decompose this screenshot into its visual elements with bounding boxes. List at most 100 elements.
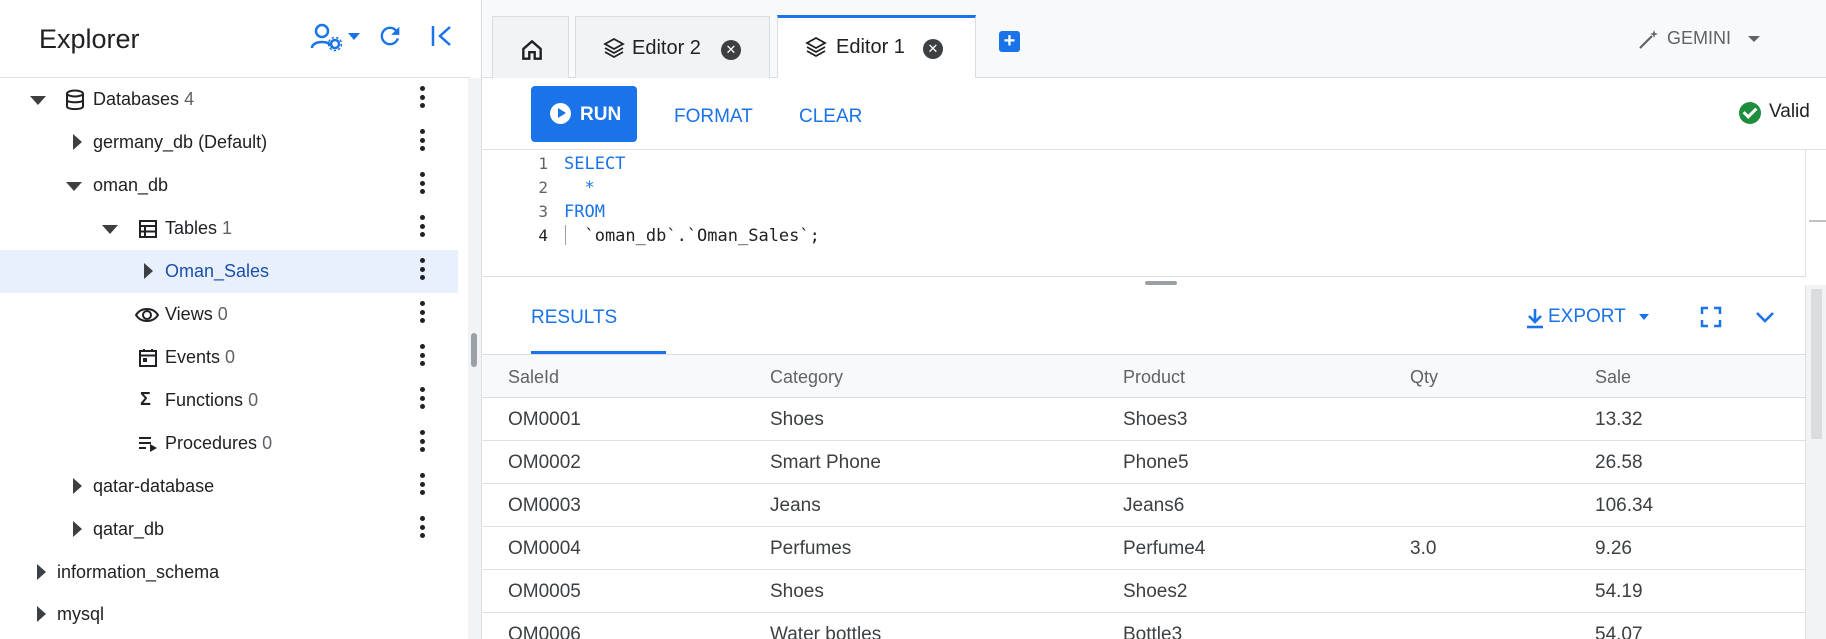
more-vert-icon[interactable] [417, 344, 427, 370]
code-line[interactable]: * [564, 178, 594, 198]
format-button[interactable]: FORMAT [674, 106, 753, 128]
chevron-down-icon[interactable] [66, 182, 82, 191]
table-icon [137, 218, 159, 240]
column-header[interactable]: Product [1123, 367, 1185, 388]
close-icon[interactable]: ✕ [721, 40, 741, 60]
tab-editor-2[interactable]: Editor 2 ✕ [575, 16, 770, 78]
table-row[interactable]: OM0001 Shoes Shoes3 13.32 [483, 398, 1805, 441]
more-vert-icon[interactable] [417, 129, 427, 155]
table-cell: 3.0 [1410, 538, 1437, 559]
more-vert-icon[interactable] [417, 516, 427, 542]
code-line[interactable]: `oman_db`.`Oman_Sales`; [564, 226, 819, 246]
table-cell: Bottle3 [1123, 624, 1183, 639]
column-header[interactable]: Category [770, 367, 843, 388]
more-vert-icon[interactable] [417, 473, 427, 499]
tree-item-label: germany_db (Default) [93, 132, 268, 152]
tree-item-qatar-database[interactable]: qatar-database [0, 465, 458, 508]
tree-item-views[interactable]: Views 0 [0, 293, 458, 336]
tree-item-databases[interactable]: Databases 4 [0, 78, 458, 121]
column-header[interactable]: SaleId [508, 367, 559, 388]
chevron-right-icon[interactable] [37, 606, 46, 622]
refresh-icon[interactable] [376, 22, 404, 55]
chevron-right-icon[interactable] [73, 134, 82, 150]
more-vert-icon[interactable] [417, 430, 427, 456]
column-header[interactable]: Qty [1410, 367, 1438, 388]
calendar-icon [137, 347, 159, 369]
chevron-down-icon[interactable] [102, 225, 118, 234]
more-vert-icon[interactable] [417, 387, 427, 413]
table-row[interactable]: OM0002 Smart Phone Phone5 26.58 [483, 441, 1805, 484]
gemini-menu[interactable]: GEMINI [1639, 28, 1761, 49]
code-line[interactable]: FROM [564, 202, 605, 222]
tree-item-oman-db[interactable]: oman_db [0, 164, 458, 207]
table-cell: OM0005 [508, 581, 581, 602]
chevron-down-icon [1748, 36, 1761, 43]
table-header: SaleId Category Product Qty Sale [483, 355, 1805, 398]
table-cell: Perfume4 [1123, 538, 1206, 559]
chevron-down-icon[interactable] [1754, 307, 1776, 327]
table-cell: Shoes [770, 409, 824, 430]
line-number: 4 [538, 226, 548, 245]
table-cell: 54.19 [1595, 581, 1643, 602]
editor-area: Editor 2 ✕ Editor 1 ✕ + GEMINI RUN FORMA… [483, 0, 1826, 639]
table-cell: Perfumes [770, 538, 852, 559]
explorer-panel: Explorer Databases 4 germany_db (Default… [0, 0, 482, 639]
chevron-down-icon[interactable] [30, 96, 46, 105]
user-settings-icon[interactable] [310, 22, 362, 57]
fullscreen-icon[interactable] [1699, 305, 1723, 329]
tree-item-mysql[interactable]: mysql [0, 593, 458, 636]
results-scrollbar[interactable] [1805, 285, 1826, 639]
chevron-right-icon[interactable] [73, 478, 82, 494]
table-cell: OM0004 [508, 538, 581, 559]
close-icon[interactable]: ✕ [923, 39, 943, 59]
tree-item-tables[interactable]: Tables 1 [0, 207, 458, 250]
tree-item-information-schema[interactable]: information_schema [0, 551, 458, 594]
layers-icon [603, 37, 625, 59]
tree-item-label: Databases 4 [93, 89, 195, 109]
more-vert-icon[interactable] [417, 301, 427, 327]
run-button[interactable]: RUN [531, 86, 637, 142]
tree-item-label: Procedures 0 [165, 433, 273, 453]
editor-scrollbar[interactable] [1805, 150, 1826, 277]
table-cell: OM0002 [508, 452, 581, 473]
add-tab-icon[interactable]: + [999, 31, 1020, 52]
tree-item-label: mysql [57, 604, 105, 624]
sql-editor[interactable]: 1 2 3 4 SELECT * FROM `oman_db`.`Oman_Sa… [483, 150, 1826, 277]
tree-item-oman-sales[interactable]: Oman_Sales [0, 250, 458, 293]
chevron-right-icon[interactable] [37, 564, 46, 580]
code-line[interactable]: SELECT [564, 154, 625, 174]
tab-home[interactable] [492, 16, 569, 78]
scrollbar-thumb[interactable] [1811, 289, 1822, 439]
table-row[interactable]: OM0006 Water bottles Bottle3 54.07 [483, 613, 1805, 639]
chevron-right-icon[interactable] [73, 521, 82, 537]
tree-item-germany-db[interactable]: germany_db (Default) [0, 121, 458, 164]
tab-results[interactable]: RESULTS [531, 307, 617, 329]
more-vert-icon[interactable] [417, 172, 427, 198]
clear-button[interactable]: CLEAR [799, 106, 862, 128]
export-button[interactable]: EXPORT [1527, 306, 1649, 329]
table-cell: Shoes3 [1123, 409, 1188, 430]
sigma-icon: Σ [140, 389, 151, 409]
more-vert-icon[interactable] [417, 258, 427, 284]
tree-item-functions[interactable]: Σ Functions 0 [0, 379, 458, 422]
more-vert-icon[interactable] [417, 215, 427, 241]
magic-pen-icon [1639, 30, 1658, 49]
chevron-right-icon[interactable] [144, 263, 153, 279]
procedure-icon [137, 433, 159, 455]
table-row[interactable]: OM0003 Jeans Jeans6 106.34 [483, 484, 1805, 527]
tree-item-qatar-db[interactable]: qatar_db [0, 508, 458, 551]
table-cell: Water bottles [770, 624, 882, 639]
tab-editor-1[interactable]: Editor 1 ✕ [777, 15, 976, 78]
tree-item-label: Oman_Sales [165, 261, 270, 281]
tree-item-events[interactable]: Events 0 [0, 336, 458, 379]
scrollbar-thumb[interactable] [471, 333, 477, 367]
collapse-panel-icon[interactable] [430, 22, 454, 55]
table-row[interactable]: OM0004 Perfumes Perfume4 3.0 9.26 [483, 527, 1805, 570]
more-vert-icon[interactable] [417, 86, 427, 112]
tree-item-procedures[interactable]: Procedures 0 [0, 422, 458, 465]
table-row[interactable]: OM0005 Shoes Shoes2 54.19 [483, 570, 1805, 613]
column-header[interactable]: Sale [1595, 367, 1631, 388]
explorer-scrollbar[interactable] [468, 78, 481, 639]
explorer-header: Explorer [0, 0, 470, 78]
sql-workspace: Explorer Databases 4 germany_db (Default… [0, 0, 1826, 639]
